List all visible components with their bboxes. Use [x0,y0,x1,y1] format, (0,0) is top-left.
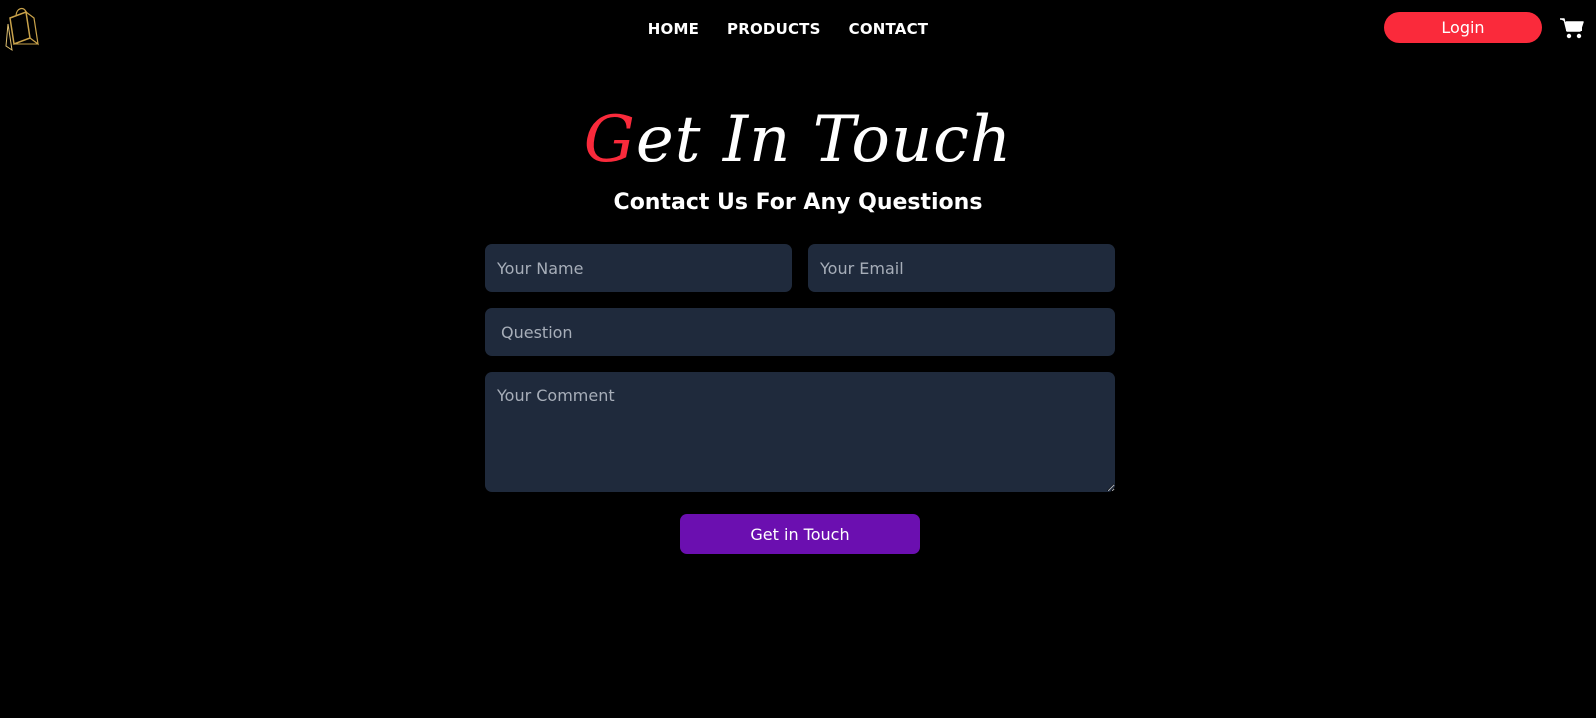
name-field[interactable] [485,244,792,292]
page-title-rest: et In Touch [635,103,1013,177]
page-title: Get In Touch [0,100,1596,180]
login-button[interactable]: Login [1384,12,1542,43]
main-nav: HOME PRODUCTS CONTACT [0,20,1596,38]
email-field[interactable] [808,244,1115,292]
contact-page: HOME PRODUCTS CONTACT Login Get In Touch… [0,0,1596,718]
page-subtitle: Contact Us For Any Questions [613,190,983,215]
comment-field[interactable] [485,372,1115,492]
question-field[interactable] [485,308,1115,356]
get-in-touch-button[interactable]: Get in Touch [680,514,920,554]
shopping-cart-icon[interactable] [1560,18,1584,40]
nav-item-products[interactable]: PRODUCTS [727,20,821,38]
nav-item-home[interactable]: HOME [648,20,699,38]
page-title-first-letter: G [583,103,636,177]
nav-item-contact[interactable]: CONTACT [849,20,929,38]
